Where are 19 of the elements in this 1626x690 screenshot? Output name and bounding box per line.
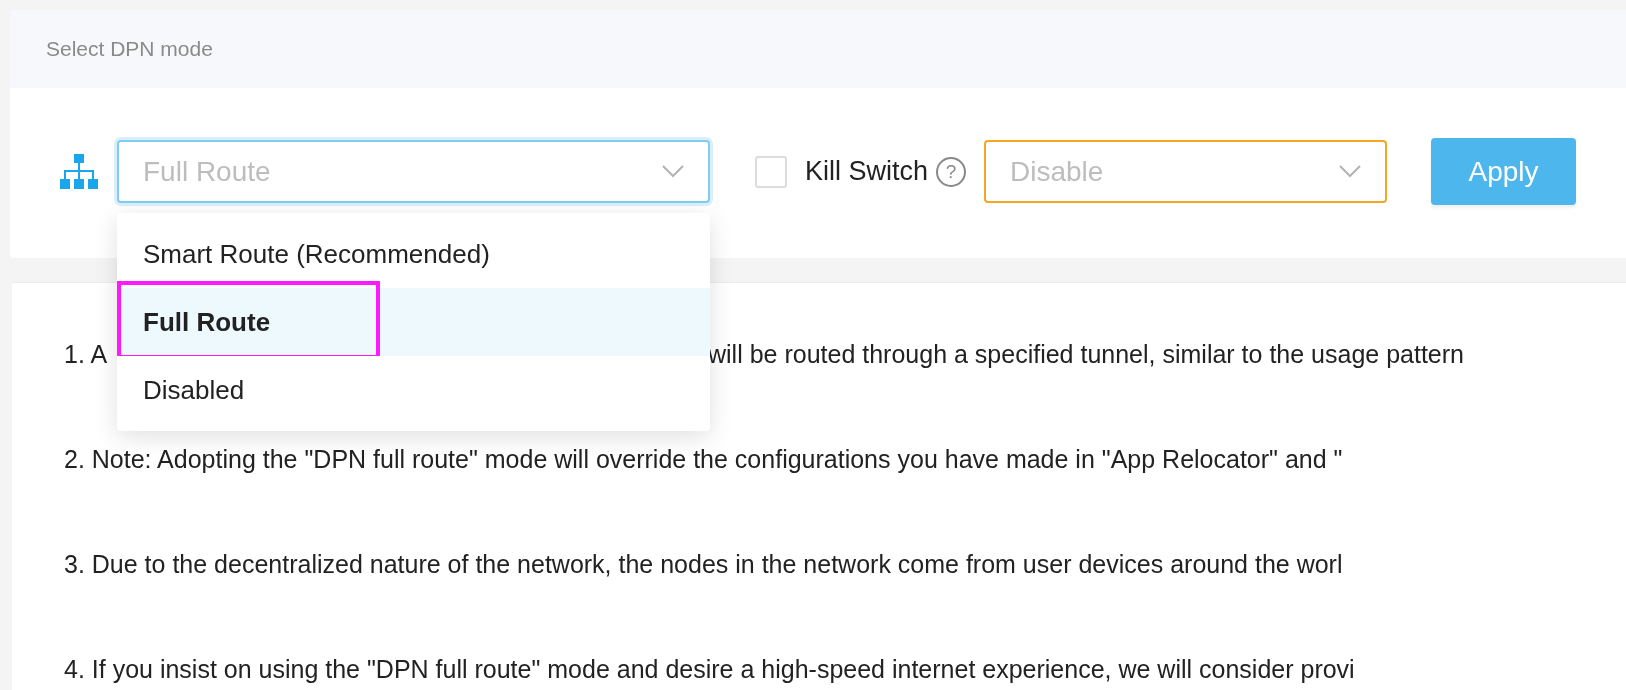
sitemap-icon (60, 154, 98, 189)
apply-button[interactable]: Apply (1431, 138, 1577, 205)
kill-switch-select[interactable]: Disable (984, 140, 1388, 203)
note-text: 3. Due to the decentralized nature of the network, the nodes in the network come from user devices around the worl (64, 549, 1343, 579)
chevron-down-icon (662, 165, 684, 178)
dropdown-option[interactable]: Smart Route (Recommended) (117, 220, 710, 288)
select-placeholder: Disable (1010, 155, 1104, 188)
dropdown-option[interactable]: Disabled (117, 356, 710, 424)
help-icon[interactable]: ? (936, 156, 967, 187)
section-title: Select DPN mode (46, 37, 213, 61)
note-text: will be routed through a specified tunnel, similar to the usage pattern (708, 339, 1464, 369)
note-text: 4. If you insist on using the "DPN full route" mode and desire a high-speed internet experience, we will consider provi (64, 654, 1355, 684)
kill-switch-label: Kill Switch (805, 156, 929, 187)
chevron-down-icon (1339, 165, 1362, 178)
kill-switch-checkbox[interactable] (755, 155, 787, 188)
note-text: 1. A (64, 340, 108, 368)
note-text: 2. Note: Adopting the "DPN full route" mode will override the configurations you have made in "App Relocator" and " (64, 444, 1343, 474)
mode-select[interactable]: Full Route (117, 140, 710, 203)
select-placeholder: Full Route (143, 155, 271, 188)
